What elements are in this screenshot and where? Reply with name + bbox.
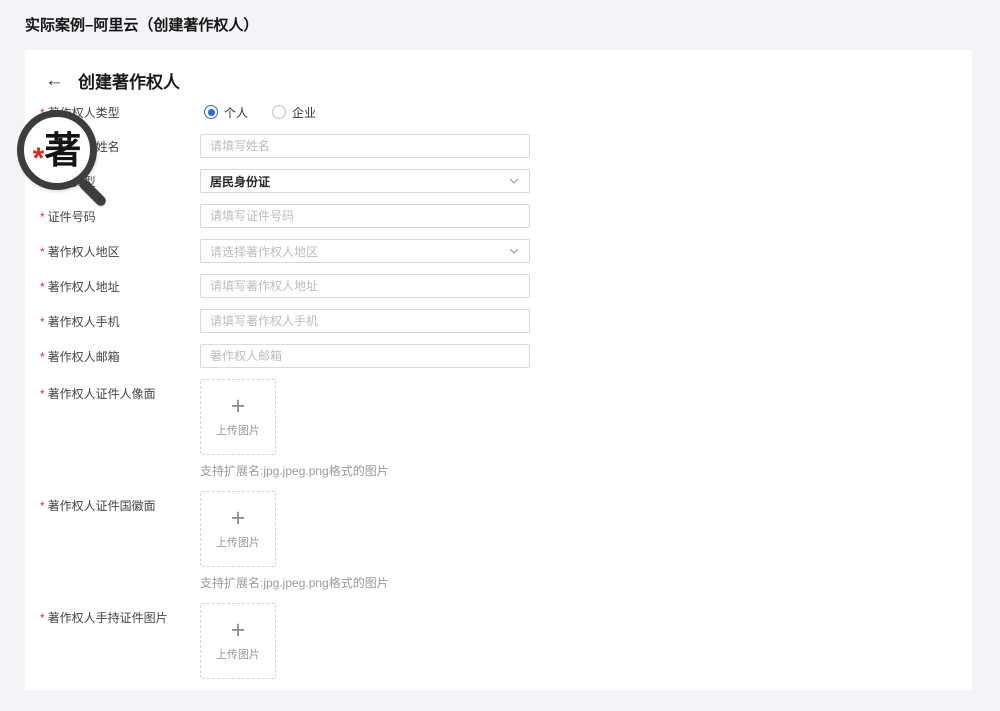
required-marker: * <box>40 314 45 329</box>
field-label-text: 著作权人证件人像面 <box>47 387 156 401</box>
field-label-holder-type: * 著作权人类型 <box>25 104 200 121</box>
upload-emblem-button[interactable]: + 上传图片 <box>200 491 276 567</box>
form-row-phone: * 著作权人手机 <box>25 309 972 333</box>
select-value: 居民身份证 <box>210 174 271 189</box>
panel-header: ← 创建著作权人 <box>25 50 972 94</box>
field-label-text: 著作权人手持证件图片 <box>47 611 168 625</box>
radio-individual[interactable]: 个人 <box>204 104 248 121</box>
required-marker: * <box>40 209 45 224</box>
field-label-text: 著作权人地区 <box>47 244 120 259</box>
required-marker: * <box>40 174 45 189</box>
upload-button-label: 上传图片 <box>216 648 260 661</box>
phone-input[interactable] <box>200 309 530 333</box>
id-type-select[interactable]: 居民身份证 <box>200 169 530 193</box>
chevron-down-icon <box>508 175 520 187</box>
email-input[interactable] <box>200 344 530 368</box>
plus-icon: + <box>230 615 246 644</box>
required-marker: * <box>40 105 45 120</box>
form-row-address: * 著作权人地址 <box>25 274 972 298</box>
upload-hint: 支持扩展名:jpg.jpeg.png格式的图片 <box>200 464 389 478</box>
radio-unselected-icon <box>272 105 287 119</box>
required-marker: * <box>40 387 45 401</box>
required-marker: * <box>40 611 45 625</box>
field-label-text: 证件类型 <box>47 174 96 189</box>
required-marker: * <box>40 349 45 364</box>
back-arrow-icon[interactable]: ← <box>45 71 64 90</box>
form-row-holder-type: * 著作权人类型 个人 企业 <box>25 104 972 120</box>
upload-hint: 支持扩展名:jpg.jpeg.png格式的图片 <box>200 576 389 590</box>
upload-button-label: 上传图片 <box>216 536 260 549</box>
form-row-upload-handheld: * 著作权人手持证件图片 + 上传图片 <box>25 603 972 679</box>
field-label-text: 著作权人邮箱 <box>47 349 120 364</box>
field-label-upload-emblem: * 著作权人证件国徽面 <box>25 491 200 514</box>
chevron-down-icon <box>508 245 520 257</box>
upload-handheld-button[interactable]: + 上传图片 <box>200 603 276 679</box>
field-label-address: * 著作权人地址 <box>25 278 200 295</box>
field-label-text: 著作权人证件国徽面 <box>47 499 156 513</box>
required-marker: * <box>40 279 45 294</box>
upload-portrait-button[interactable]: + 上传图片 <box>200 379 276 455</box>
form-row-region: * 著作权人地区 请选择著作权人地区 <box>25 239 972 263</box>
field-label-text: 著作权人姓名 <box>47 139 120 154</box>
region-select[interactable]: 请选择著作权人地区 <box>200 239 530 263</box>
radio-selected-icon <box>204 105 218 119</box>
field-label-text: 著作权人手机 <box>47 314 120 329</box>
field-label-name: * 著作权人姓名 <box>25 138 200 155</box>
field-label-text: 著作权人类型 <box>47 105 120 120</box>
field-label-id-number: * 证件号码 <box>25 208 200 225</box>
radio-label-individual: 个人 <box>224 105 249 120</box>
plus-icon: + <box>230 391 246 420</box>
form-row-upload-portrait: * 著作权人证件人像面 + 上传图片 支持扩展名:jpg.jpeg.png格式的图… <box>25 379 972 479</box>
form-row-id-number: * 证件号码 <box>25 204 972 228</box>
copyright-holder-form: * 著作权人类型 个人 企业 * 著作权人姓名 请填写姓名 * 证件类型 居民身… <box>25 104 972 679</box>
required-marker: * <box>40 139 45 154</box>
name-input[interactable] <box>200 134 530 158</box>
page-title: 创建著作权人 <box>78 72 180 92</box>
field-label-text: 证件号码 <box>47 209 96 224</box>
field-label-text: 著作权人地址 <box>47 279 120 294</box>
field-label-upload-portrait: * 著作权人证件人像面 <box>25 379 200 402</box>
plus-icon: + <box>230 503 246 532</box>
form-row-email: * 著作权人邮箱 <box>25 344 972 368</box>
window-title: 实际案例–阿里云（创建著作权人） <box>25 17 259 34</box>
field-label-phone: * 著作权人手机 <box>25 313 200 330</box>
upload-button-label: 上传图片 <box>216 424 260 437</box>
field-label-upload-handheld: * 著作权人手持证件图片 <box>25 603 200 626</box>
form-row-id-type: * 证件类型 居民身份证 <box>25 169 972 193</box>
id-number-input[interactable] <box>200 204 530 228</box>
radio-enterprise[interactable]: 企业 <box>272 104 316 121</box>
required-marker: * <box>40 499 45 513</box>
holder-type-radio-group: 个人 企业 <box>200 104 530 121</box>
form-row-upload-emblem: * 著作权人证件国徽面 + 上传图片 支持扩展名:jpg.jpeg.png格式的图… <box>25 491 972 591</box>
address-input[interactable] <box>200 274 530 298</box>
field-label-id-type: * 证件类型 <box>25 173 200 190</box>
select-placeholder: 请选择著作权人地区 <box>210 244 319 259</box>
create-copyright-holder-panel: ← 创建著作权人 * 著作权人类型 个人 企业 * 著作权人姓名 请填写姓名 *… <box>25 50 972 690</box>
field-label-region: * 著作权人地区 <box>25 243 200 260</box>
radio-label-enterprise: 企业 <box>292 105 317 120</box>
required-marker: * <box>40 244 45 259</box>
field-label-email: * 著作权人邮箱 <box>25 348 200 365</box>
form-row-name: * 著作权人姓名 <box>25 134 972 158</box>
